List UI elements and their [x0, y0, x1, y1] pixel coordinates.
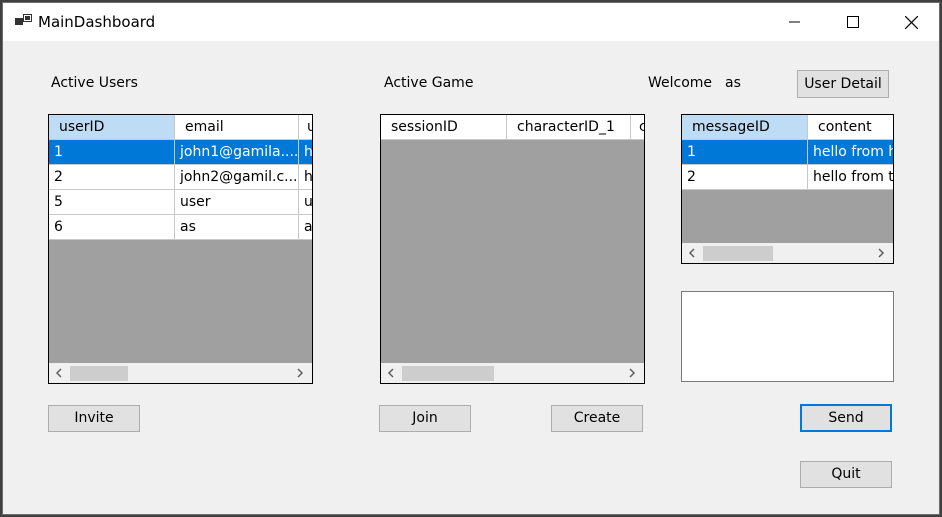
column-header-partial[interactable]: u — [299, 115, 312, 140]
scrollbar-thumb[interactable] — [70, 366, 128, 381]
table-row[interactable]: 6 as a — [49, 215, 312, 240]
column-header-characterid-1[interactable]: characterID_1 — [507, 115, 631, 140]
table-row[interactable]: 1 hello from h — [682, 140, 893, 165]
quit-button[interactable]: Quit — [800, 461, 892, 488]
grid-header-row: messageID content — [682, 115, 893, 140]
scrollbar-thumb[interactable] — [402, 366, 494, 381]
create-button[interactable]: Create — [551, 405, 643, 432]
table-cell[interactable]: 5 — [49, 190, 175, 215]
horizontal-scrollbar[interactable] — [381, 363, 644, 383]
title-bar[interactable]: MainDashboard — [3, 3, 939, 41]
maximize-button[interactable] — [824, 3, 882, 41]
table-cell[interactable]: as — [175, 215, 299, 240]
table-cell[interactable]: a — [299, 215, 312, 240]
username-label: as — [725, 75, 741, 91]
send-button[interactable]: Send — [800, 404, 892, 432]
grid-header-row: userID email u — [49, 115, 312, 140]
column-header-content[interactable]: content — [808, 115, 893, 140]
table-row[interactable]: 5 user u — [49, 190, 312, 215]
column-header-partial[interactable]: c — [631, 115, 644, 140]
grid-header-row: sessionID characterID_1 c — [381, 115, 644, 140]
messages-grid[interactable]: messageID content 1 hello from h 2 hello… — [681, 114, 894, 264]
scroll-left-icon[interactable] — [682, 243, 702, 263]
table-cell[interactable]: john2@gamil.c... — [175, 165, 299, 190]
table-cell[interactable]: 2 — [49, 165, 175, 190]
table-row[interactable]: 2 john2@gamil.c... h — [49, 165, 312, 190]
table-cell[interactable]: h — [299, 165, 312, 190]
table-cell[interactable]: user — [175, 190, 299, 215]
close-icon — [904, 15, 918, 29]
table-row[interactable]: 1 john1@gamila.... h — [49, 140, 312, 165]
active-users-label: Active Users — [51, 75, 138, 91]
column-header-messageid[interactable]: messageID — [682, 115, 808, 140]
column-header-userid[interactable]: userID — [49, 115, 175, 140]
active-users-grid[interactable]: userID email u 1 john1@gamila.... h 2 jo… — [48, 114, 313, 384]
table-row[interactable]: 2 hello from th — [682, 165, 893, 190]
scroll-right-icon[interactable] — [871, 243, 891, 263]
minimize-icon — [789, 21, 800, 23]
window-title: MainDashboard — [38, 13, 156, 31]
table-cell[interactable]: john1@gamila.... — [175, 140, 299, 165]
scroll-left-icon[interactable] — [381, 363, 401, 383]
join-button[interactable]: Join — [379, 405, 471, 432]
table-cell[interactable]: 2 — [682, 165, 808, 190]
main-dashboard-window: MainDashboard Active Users userID email … — [2, 2, 940, 515]
active-game-grid[interactable]: sessionID characterID_1 c — [380, 114, 645, 384]
horizontal-scrollbar[interactable] — [682, 243, 893, 263]
table-cell[interactable]: hello from h — [808, 140, 893, 165]
welcome-label: Welcome — [648, 75, 713, 91]
table-cell[interactable]: h — [299, 140, 312, 165]
column-header-email[interactable]: email — [175, 115, 299, 140]
table-cell[interactable]: 1 — [682, 140, 808, 165]
close-button[interactable] — [882, 3, 939, 41]
maximize-icon — [847, 16, 859, 28]
horizontal-scrollbar[interactable] — [49, 363, 312, 383]
scroll-left-icon[interactable] — [49, 363, 69, 383]
message-input[interactable] — [681, 291, 894, 382]
scroll-right-icon[interactable] — [622, 363, 642, 383]
minimize-button[interactable] — [766, 3, 824, 41]
table-cell[interactable]: hello from th — [808, 165, 893, 190]
scrollbar-thumb[interactable] — [703, 246, 773, 261]
invite-button[interactable]: Invite — [48, 405, 140, 432]
table-cell[interactable]: 6 — [49, 215, 175, 240]
table-cell[interactable]: u — [299, 190, 312, 215]
user-detail-button[interactable]: User Detail — [797, 70, 889, 98]
scroll-right-icon[interactable] — [290, 363, 310, 383]
table-cell[interactable]: 1 — [49, 140, 175, 165]
active-game-label: Active Game — [384, 75, 474, 91]
app-icon — [15, 14, 32, 25]
column-header-sessionid[interactable]: sessionID — [381, 115, 507, 140]
